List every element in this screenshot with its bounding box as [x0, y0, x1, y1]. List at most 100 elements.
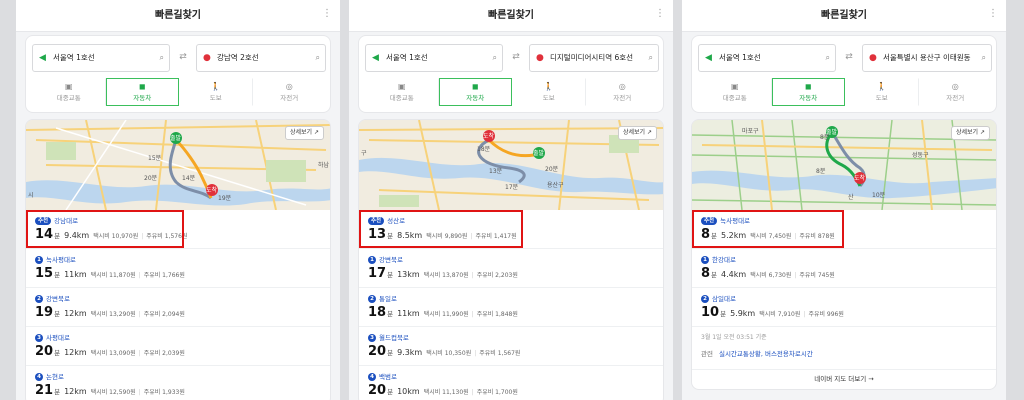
tab-car[interactable]: ◼ 자동차	[771, 78, 845, 106]
route-minutes: 15	[35, 266, 54, 281]
route-item[interactable]: 1 한강대로 8 분 4.4km 택시비 6,730원 | 주유비 745원	[692, 249, 996, 288]
route-distance: 10km	[397, 387, 420, 396]
tab-label: 대중교통	[56, 94, 81, 102]
car-icon: ◼	[804, 82, 812, 91]
route-distance: 12km	[64, 309, 87, 318]
start-marker: 출발	[170, 135, 182, 142]
route-item[interactable]: 4 백범로 20 분 10km 택시비 11,130원 | 주유비 1,700원	[359, 366, 663, 400]
route-item[interactable]: 3 사평대로 20 분 12km 택시비 13,090원 | 주유비 2,039원	[26, 327, 330, 366]
more-options-icon[interactable]: ⋮	[988, 9, 998, 19]
destination-input[interactable]: ● 디지털미디어시티역 6호선 ⌕	[529, 44, 659, 72]
minutes-unit: 분	[387, 349, 394, 357]
swap-icon[interactable]: ⇄	[176, 51, 190, 63]
origin-arrow-icon: ◀	[705, 53, 712, 63]
tab-car[interactable]: ◼ 자동차	[438, 78, 512, 106]
tab-car[interactable]: ◼ 자동차	[105, 78, 179, 106]
route-number: 3	[368, 334, 376, 342]
origin-input[interactable]: ◀ 서울역 1호선 ⌕	[698, 44, 836, 72]
map-detail-button[interactable]: 상세보기 ↗	[950, 126, 990, 140]
route-map[interactable]: 출발 도착 8분 10분 8분 마포구 성동구 산 상세보기 ↗	[692, 120, 996, 210]
destination-input[interactable]: ● 강남역 2호선 ⌕	[196, 44, 326, 72]
tab-bike[interactable]: ◎ 자전거	[919, 78, 993, 106]
tab-bike[interactable]: ◎ 자전거	[586, 78, 660, 106]
route-time-label: 14분	[182, 175, 196, 182]
route-item[interactable]: 2 삼일대로 10 분 5.9km 택시비 7,910원 | 주유비 996원	[692, 288, 996, 327]
destination-input[interactable]: ● 서울특별시 용산구 이태원동 ⌕	[862, 44, 992, 72]
taxi-fare: 택시비 11,990원	[423, 311, 469, 318]
search-box: ◀ 서울역 1호선 ⌕ ⇄ ● 강남역 2호선 ⌕ ▣ 대중교통 ◼ 자동차 🚶 도보…	[25, 35, 331, 113]
map-detail-button[interactable]: 상세보기 ↗	[284, 126, 324, 140]
origin-input[interactable]: ◀ 서울역 1호선 ⌕	[365, 44, 503, 72]
panel-title: 빠른길찾기	[488, 10, 534, 21]
walk-icon: 🚶	[876, 82, 887, 91]
route-number: 1	[701, 256, 709, 264]
route-distance: 12km	[64, 348, 87, 357]
tab-public-transit[interactable]: ▣ 대중교통	[698, 78, 772, 106]
route-name: 강변북로	[46, 295, 70, 303]
search-icon[interactable]: ⌕	[826, 52, 830, 64]
route-distance: 9.3km	[397, 348, 423, 357]
search-icon[interactable]: ⌕	[493, 52, 497, 64]
search-box: ◀ 서울역 1호선 ⌕ ⇄ ● 디지털미디어시티역 6호선 ⌕ ▣ 대중교통 ◼ 자…	[358, 35, 664, 113]
swap-icon[interactable]: ⇄	[509, 51, 523, 63]
taxi-fare: 택시비 13,090원	[90, 350, 136, 357]
tab-label: 자전거	[613, 94, 632, 102]
route-distance: 11km	[64, 270, 87, 279]
tab-label: 도보	[209, 94, 222, 102]
destination-pin-icon: ●	[203, 53, 211, 63]
search-icon[interactable]: ⌕	[160, 52, 164, 64]
route-time-label: 10분	[872, 192, 886, 199]
map-detail-button[interactable]: 상세보기 ↗	[617, 126, 657, 140]
tab-bike[interactable]: ◎ 자전거	[253, 78, 327, 106]
tab-label: 대중교통	[722, 94, 747, 102]
search-icon[interactable]: ⌕	[982, 52, 986, 64]
taxi-fare: 택시비 7,910원	[759, 311, 801, 318]
route-name: 강변북로	[379, 256, 403, 264]
swap-icon[interactable]: ⇄	[842, 51, 856, 63]
route-item[interactable]: 4 논현로 21 분 12km 택시비 12,590원 | 주유비 1,933원	[26, 366, 330, 400]
taxi-fare: 택시비 13,870원	[423, 272, 469, 279]
tab-public-transit[interactable]: ▣ 대중교통	[32, 78, 106, 106]
walk-icon: 🚶	[543, 82, 554, 91]
route-item[interactable]: 1 강변북로 17 분 13km 택시비 13,870원 | 주유비 2,203원	[359, 249, 663, 288]
map-place-label: 산	[848, 194, 854, 201]
transport-mode-tabs: ▣ 대중교통 ◼ 자동차 🚶 도보 ◎ 자전거	[32, 78, 326, 106]
route-map[interactable]: 도착 출발 18분 13분 20분 17분 구 용산구 상세보기 ↗	[359, 120, 663, 210]
related-link[interactable]: 실시간교통상황, 버스전용차로시간	[719, 350, 813, 358]
more-options-icon[interactable]: ⋮	[655, 9, 665, 19]
route-minutes: 19	[35, 305, 54, 320]
route-distance: 12km	[64, 387, 87, 396]
route-name: 통일로	[379, 295, 397, 303]
more-map-link[interactable]: 네이버 지도 더보기 →	[692, 369, 996, 389]
separator: |	[471, 272, 474, 279]
tab-label: 자전거	[946, 94, 965, 102]
fuel-cost: 주유비 996원	[808, 311, 844, 318]
route-item[interactable]: 2 통일로 18 분 11km 택시비 11,990원 | 주유비 1,848원	[359, 288, 663, 327]
tab-walk[interactable]: 🚶 도보	[179, 78, 253, 106]
tab-label: 도보	[875, 94, 888, 102]
bus-icon: ▣	[397, 82, 406, 91]
minutes-unit: 분	[54, 310, 61, 318]
tab-walk[interactable]: 🚶 도보	[512, 78, 586, 106]
minutes-unit: 분	[720, 310, 727, 318]
route-name: 녹사평대로	[46, 256, 76, 264]
route-minutes: 20	[35, 344, 54, 359]
taxi-fare: 택시비 11,130원	[423, 389, 469, 396]
route-item[interactable]: 2 강변북로 19 분 12km 택시비 13,290원 | 주유비 2,094원	[26, 288, 330, 327]
transport-mode-tabs: ▣ 대중교통 ◼ 자동차 🚶 도보 ◎ 자전거	[365, 78, 659, 106]
car-icon: ◼	[138, 82, 146, 91]
start-marker: 출발	[533, 150, 545, 157]
tab-public-transit[interactable]: ▣ 대중교통	[365, 78, 439, 106]
origin-input[interactable]: ◀ 서울역 1호선 ⌕	[32, 44, 170, 72]
car-icon: ◼	[471, 82, 479, 91]
search-icon[interactable]: ⌕	[649, 52, 653, 64]
separator: |	[471, 389, 474, 396]
separator: |	[138, 311, 141, 318]
search-icon[interactable]: ⌕	[316, 52, 320, 64]
more-options-icon[interactable]: ⋮	[322, 9, 332, 19]
tab-walk[interactable]: 🚶 도보	[845, 78, 919, 106]
route-map[interactable]: 출발 도착 15분 20분 14분 19분 하남 시 상세보기 ↗	[26, 120, 330, 210]
route-item[interactable]: 1 녹사평대로 15 분 11km 택시비 11,870원 | 주유비 1,766원	[26, 249, 330, 288]
route-item[interactable]: 3 월드컵북로 20 분 9.3km 택시비 10,350원 | 주유비 1,567원	[359, 327, 663, 366]
route-name: 월드컵북로	[379, 334, 409, 342]
